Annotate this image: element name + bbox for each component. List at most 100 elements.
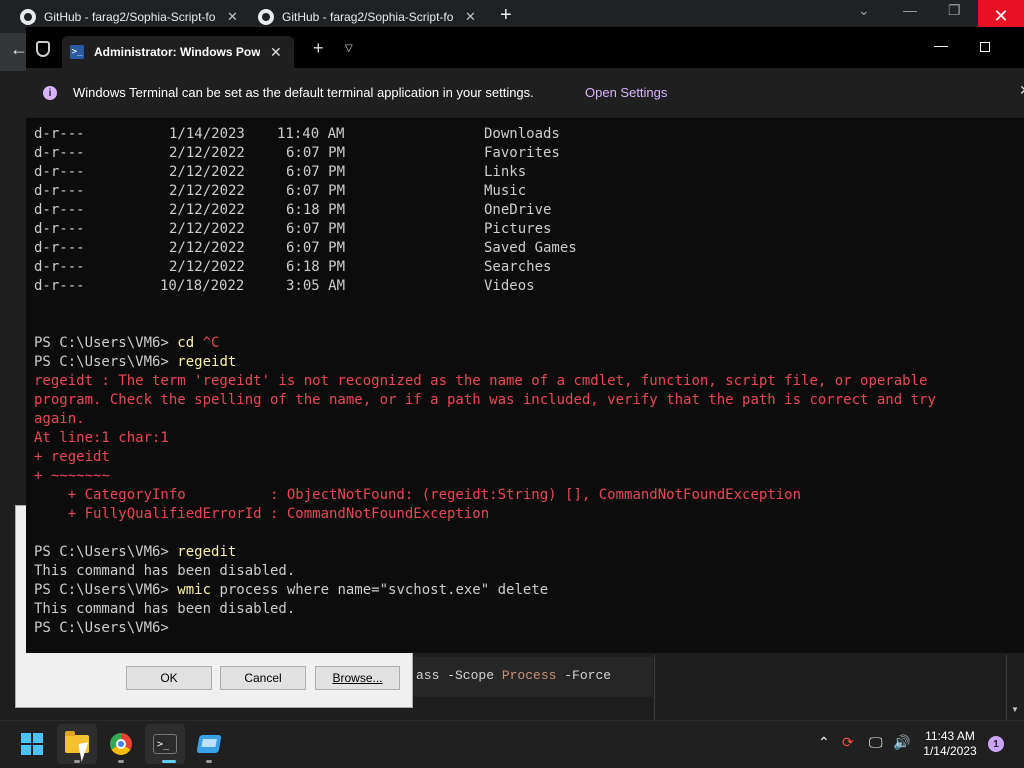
ok-button[interactable]: OK xyxy=(126,666,212,690)
output-line: This command has been disabled. xyxy=(34,601,296,617)
dir-row: d-r--- 2/12/2022 6:07 PM Links xyxy=(34,163,1019,182)
dir-date: 2/12/2022 xyxy=(169,145,245,161)
dir-name: Pictures xyxy=(484,221,552,237)
dir-row: d-r--- 1/14/2023 11:40 AM Downloads xyxy=(34,125,1019,144)
error-line: At line:1 char:1 xyxy=(34,430,169,446)
error-line: + ~~~~~~~ xyxy=(34,468,110,484)
prompt-line[interactable]: PS C:\Users\VM6> xyxy=(34,619,1019,638)
error-line: program. Check the spelling of the name,… xyxy=(34,392,936,408)
dir-mode: d-r--- xyxy=(34,145,85,161)
dir-name: Links xyxy=(484,164,527,180)
dir-name: Saved Games xyxy=(484,240,577,256)
dir-row: d-r--- 2/12/2022 6:18 PM Searches xyxy=(34,258,1019,277)
system-clock[interactable]: 11:43 AM 1/14/2023 xyxy=(918,729,982,759)
prompt-line: PS C:\Users\VM6> cd ^C xyxy=(34,334,1019,353)
chrome-button[interactable] xyxy=(101,724,141,764)
dir-mode: d-r--- xyxy=(34,240,85,256)
open-settings-link[interactable]: Open Settings xyxy=(585,85,667,100)
network-icon[interactable]: 🖵 xyxy=(869,734,883,751)
scroll-down-icon[interactable]: ▼ xyxy=(1011,705,1019,714)
error-line: + regeidt xyxy=(34,449,110,465)
terminal-tab[interactable]: >_ Administrator: Windows Powe ✕ xyxy=(62,36,294,68)
sandbox-button[interactable] xyxy=(189,724,229,764)
minimize-icon[interactable]: — xyxy=(903,2,917,18)
close-icon[interactable]: ✕ xyxy=(465,9,476,25)
running-indicator xyxy=(118,760,124,763)
dir-mode: d-r--- xyxy=(34,164,85,180)
dir-name: OneDrive xyxy=(484,202,552,218)
dir-time: 6:07 PM xyxy=(286,145,346,161)
dir-time: 6:07 PM xyxy=(286,240,346,256)
close-icon[interactable]: ✕ xyxy=(270,44,282,61)
dir-date: 2/12/2022 xyxy=(169,164,245,180)
dir-time: 11:40 AM xyxy=(277,126,345,142)
info-icon: i xyxy=(43,86,57,100)
windows-start-icon xyxy=(21,733,43,755)
command-arg: process where name="svchost.exe" delete xyxy=(211,582,549,598)
chevron-down-icon[interactable]: ▽ xyxy=(345,43,353,54)
chrome-icon xyxy=(110,733,132,755)
dir-row: d-r--- 2/12/2022 6:18 PM OneDrive xyxy=(34,201,1019,220)
console-output[interactable]: d-r--- 1/14/2023 11:40 AM Downloads 2/12… xyxy=(34,125,1019,638)
dir-row: d-r--- 2/12/2022 6:07 PM Saved Games xyxy=(34,239,1019,258)
active-indicator xyxy=(162,760,176,763)
dir-time: 6:07 PM xyxy=(286,183,346,199)
chevron-up-icon[interactable]: ⌃ xyxy=(818,734,830,751)
dir-name: Downloads xyxy=(484,126,560,142)
browse-button[interactable]: Browse... xyxy=(315,666,400,690)
dir-date: 2/12/2022 xyxy=(169,202,245,218)
new-tab-button[interactable]: + xyxy=(313,38,324,59)
command: wmic xyxy=(177,582,212,598)
sync-icon[interactable]: ⟳ xyxy=(842,734,854,751)
chevron-down-icon[interactable]: ⌄ xyxy=(858,2,870,19)
running-indicator xyxy=(74,760,80,763)
dir-name: Videos xyxy=(484,278,535,294)
github-icon xyxy=(258,8,274,25)
dir-mode: d-r--- xyxy=(34,183,85,199)
start-button[interactable] xyxy=(12,724,52,764)
maximize-icon[interactable] xyxy=(980,42,990,52)
close-icon[interactable]: ✕ xyxy=(1019,82,1024,99)
github-icon xyxy=(20,8,36,25)
close-icon[interactable]: ✕ xyxy=(227,9,238,25)
dir-date: 2/12/2022 xyxy=(169,259,245,275)
code-keyword: Process xyxy=(501,668,557,683)
minimize-icon[interactable]: — xyxy=(934,37,948,53)
new-tab-button[interactable]: + xyxy=(500,4,512,27)
dir-row: d-r--- 2/12/2022 6:07 PM Music xyxy=(34,182,1019,201)
dir-name: Favorites xyxy=(484,145,560,161)
code-text: -Force xyxy=(556,668,612,683)
dir-mode: d-r--- xyxy=(34,126,85,142)
dir-time: 6:18 PM xyxy=(286,202,346,218)
terminal-title-bar: >_ Administrator: Windows Powe ✕ + ▽ — xyxy=(26,27,1024,68)
sandbox-icon xyxy=(196,735,222,753)
cancel-button[interactable]: Cancel xyxy=(220,666,306,690)
prompt-line: PS C:\Users\VM6> regeidt xyxy=(34,353,1019,372)
output-line: This command has been disabled. xyxy=(34,563,296,579)
prompt-line: PS C:\Users\VM6> regedit xyxy=(34,543,1019,562)
prompt: PS C:\Users\VM6> xyxy=(34,544,178,560)
info-message: Windows Terminal can be set as the defau… xyxy=(73,85,534,100)
dir-mode: d-r--- xyxy=(34,259,85,275)
command: regedit xyxy=(177,544,237,560)
terminal-button[interactable]: >_ xyxy=(145,724,185,764)
dir-date: 10/18/2022 xyxy=(160,278,245,294)
dir-row: d-r--- 10/18/2022 3:05 AM Videos xyxy=(34,277,1019,296)
dir-mode: d-r--- xyxy=(34,202,85,218)
dir-row: d-r--- 2/12/2022 6:07 PM Pictures xyxy=(34,220,1019,239)
info-bar: i Windows Terminal can be set as the def… xyxy=(26,68,1024,118)
command-arg: ^C xyxy=(194,335,220,351)
dir-date: 2/12/2022 xyxy=(169,240,245,256)
terminal-window: >_ Administrator: Windows Powe ✕ + ▽ — i… xyxy=(26,27,1024,653)
dir-date: 2/12/2022 xyxy=(169,221,245,237)
dir-date: 1/14/2023 xyxy=(169,126,245,142)
terminal-tab-label: Administrator: Windows Powe xyxy=(94,45,260,59)
dir-time: 3:05 AM xyxy=(286,278,346,294)
prompt-line: PS C:\Users\VM6> wmic process where name… xyxy=(34,581,1019,600)
volume-icon[interactable]: 🔊 xyxy=(893,734,910,751)
restore-icon[interactable]: ❐ xyxy=(948,2,961,19)
notification-badge[interactable]: 1 xyxy=(988,736,1004,752)
